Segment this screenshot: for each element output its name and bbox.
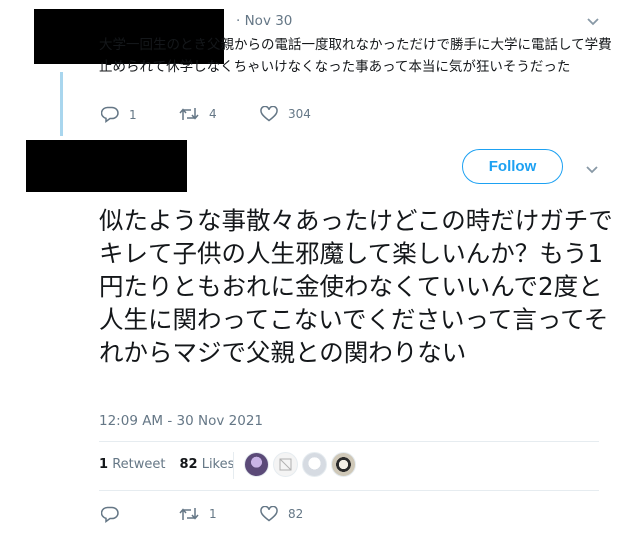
liker-avatar[interactable] [331,452,356,477]
retweet-stat[interactable]: 1 Retweet [99,457,165,472]
retweet-stat-label: Retweet [112,457,166,472]
divider [99,490,599,491]
redacted-author [26,140,187,192]
reply-thread-line [60,72,63,136]
tweet-timestamp[interactable]: 12:09 AM - 30 Nov 2021 [99,413,263,429]
liker-avatar[interactable] [273,452,298,477]
reply-icon [101,106,119,123]
stats-separator [233,452,234,479]
chevron-down-icon[interactable] [585,163,599,179]
parent-like-count: 304 [288,107,311,121]
retweet-icon [179,506,199,522]
retweet-stat-count: 1 [99,457,109,472]
heart-icon [260,506,278,522]
retweet-icon [179,106,199,122]
parent-tweet-text: 大学一回生のとき父親からの電話一度取れなかっただけで勝手に大学に電話して学費止め… [99,37,612,75]
reply-icon [101,506,119,523]
chevron-down-icon[interactable] [586,15,600,31]
likes-stat[interactable]: 82 Likes [179,457,234,472]
liker-avatar[interactable] [244,452,269,477]
parent-reply-count: 1 [129,107,137,122]
likes-stat-count: 82 [179,457,198,472]
retweet-action-count: 1 [209,507,217,521]
heart-icon [260,106,278,122]
like-action-count: 82 [288,507,304,521]
liker-avatar[interactable] [302,452,327,477]
like-action[interactable]: 82 [260,506,303,522]
main-tweet-text: 似たような事散々あったけどこの時だけガチでキレて子供の人生邪魔して楽しいんか？も… [99,206,613,367]
parent-tweet-date[interactable]: · Nov 30 [236,13,292,29]
likes-stat-label: Likes [201,457,235,472]
parent-like-action[interactable]: 304 [260,106,311,122]
retweet-action[interactable]: 1 [179,506,217,522]
parent-reply-action[interactable]: 1 [101,106,137,123]
follow-button[interactable]: Follow [462,149,563,184]
reply-action[interactable] [101,506,119,523]
parent-retweet-count: 4 [209,107,217,121]
parent-retweet-action[interactable]: 4 [179,106,217,122]
divider [99,441,599,442]
engagement-stats: 1 Retweet 82 Likes [99,457,234,472]
